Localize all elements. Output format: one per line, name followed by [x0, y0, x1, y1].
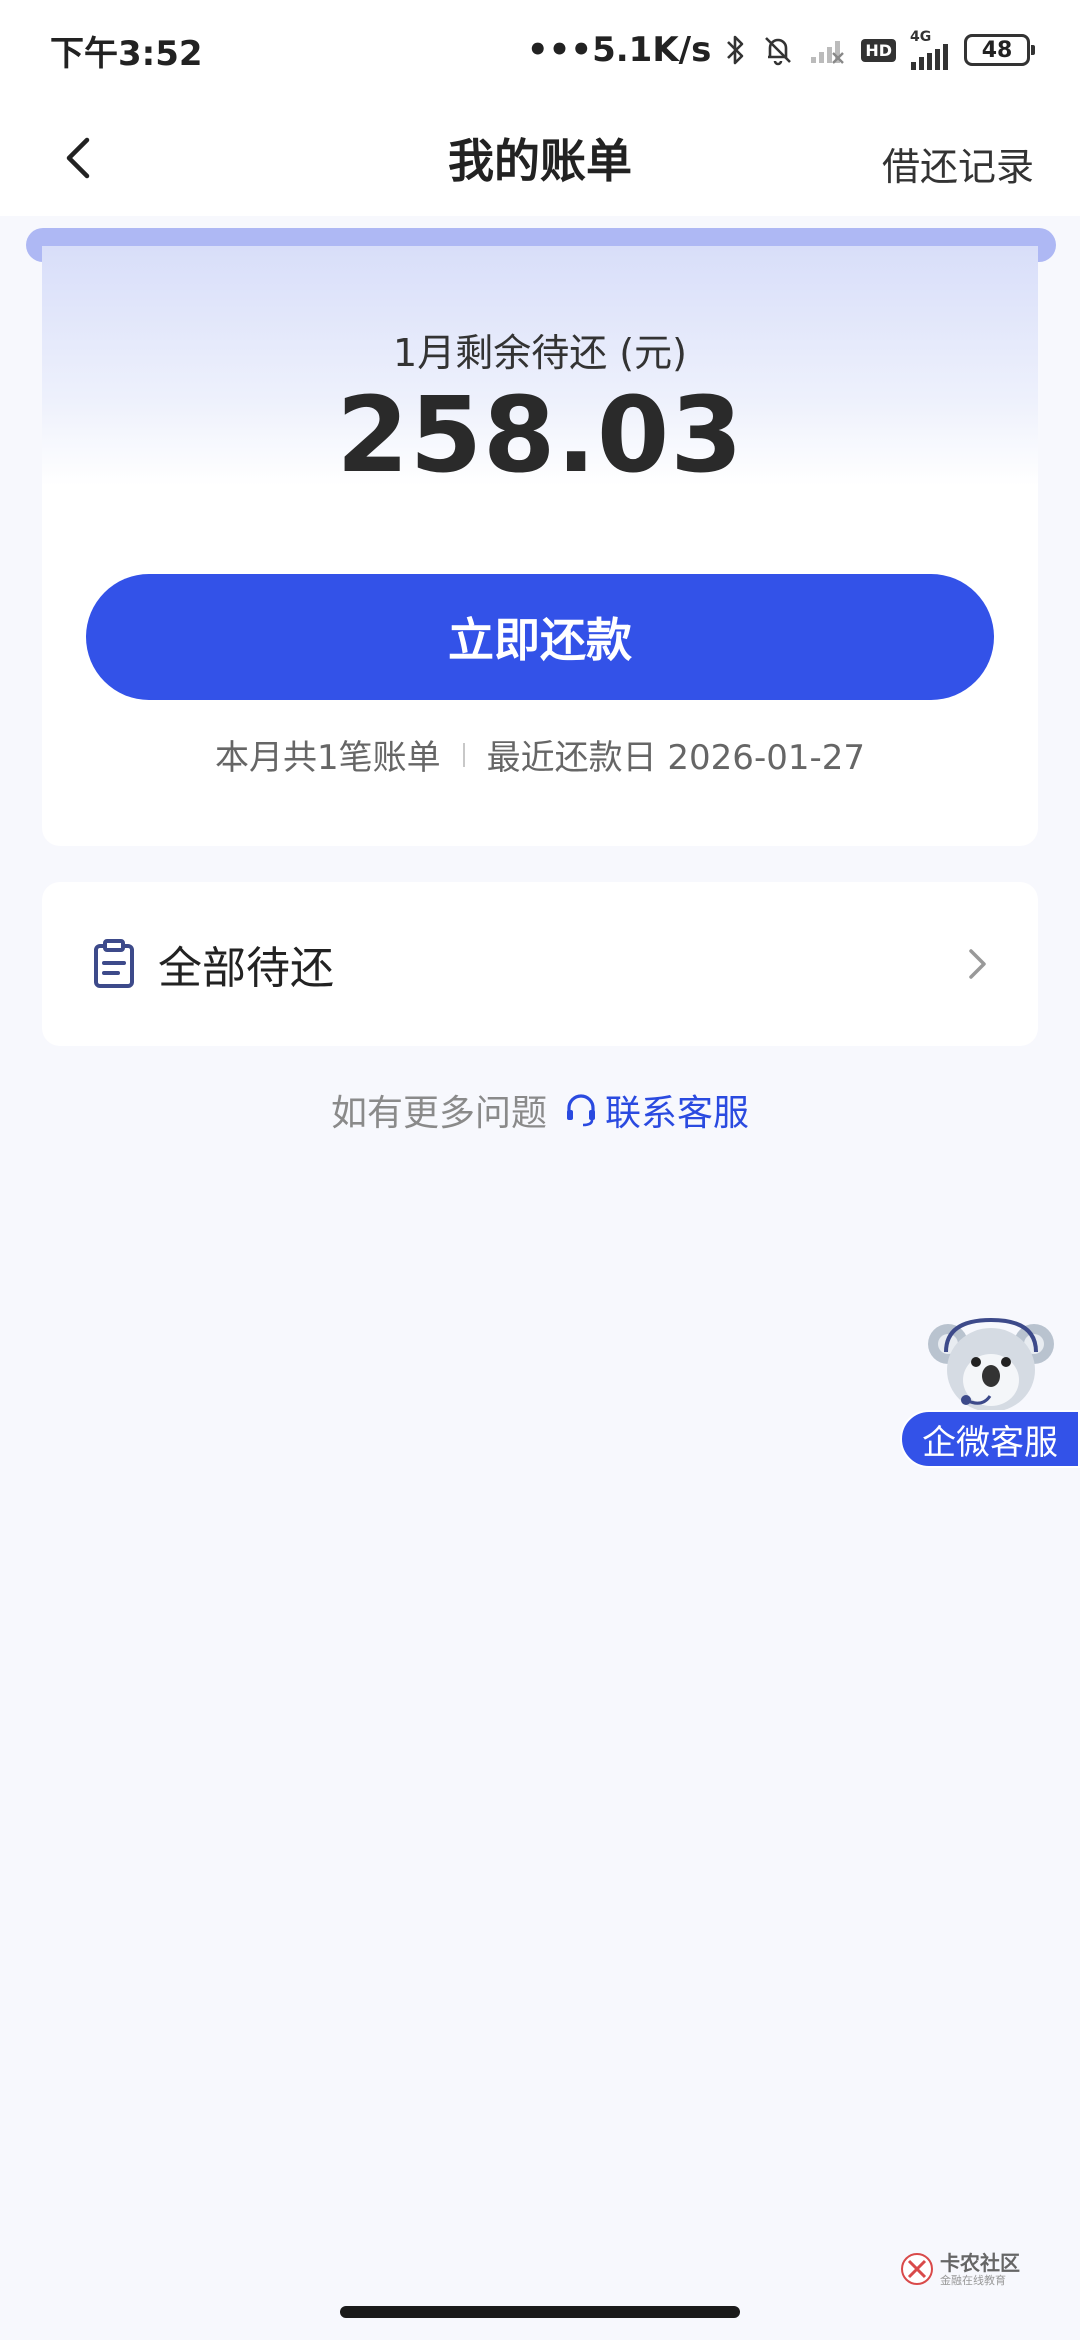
borrow-repay-history-link[interactable]: 借还记录	[882, 136, 1034, 191]
watermark-logo	[901, 2253, 933, 2285]
watermark-text: 卡农社区 金融在线教育	[940, 2253, 1020, 2286]
all-pending-row[interactable]: 全部待还	[42, 882, 1038, 1046]
koala-mascot-icon	[928, 1317, 1054, 1412]
status-bar: 下午3:52 •••5.1K/s HD 4G 48	[0, 0, 1080, 100]
clipboard-icon	[92, 939, 136, 989]
watermark: 卡农社区 金融在线教育	[900, 2252, 1020, 2286]
contact-service-link[interactable]: 联系客服	[563, 1084, 749, 1136]
help-line: 如有更多问题 联系客服	[0, 1084, 1080, 1136]
wecom-service-float[interactable]: 企微客服	[900, 1312, 1080, 1472]
page-title: 我的账单	[448, 134, 632, 188]
cell-signal-icon: 4G	[910, 30, 950, 70]
headset-icon	[567, 1094, 595, 1127]
repay-now-button[interactable]: 立即还款	[86, 574, 994, 700]
status-time: 下午3:52	[50, 33, 203, 74]
due-date-text: 最近还款日 2026-01-27	[486, 738, 866, 778]
remaining-label: 1月剩余待还 (元)	[393, 331, 687, 375]
signal-label: 4G	[910, 29, 932, 45]
remaining-amount: 258.03	[336, 374, 744, 496]
network-speed: •••5.1K/s	[526, 30, 712, 70]
wifi-off-icon	[809, 35, 847, 65]
watermark-subtitle: 金融在线教育	[940, 2273, 1006, 2287]
bill-summary-card: 1月剩余待还 (元) 258.03 立即还款 本月共1笔账单 最近还款日 202…	[42, 246, 1038, 846]
hd-icon: HD	[861, 38, 896, 62]
bill-meta: 本月共1笔账单 最近还款日 2026-01-27	[42, 730, 1038, 779]
contact-service-label: 联系客服	[605, 1093, 750, 1134]
help-prefix: 如有更多问题	[330, 1093, 547, 1134]
chevron-right-icon	[962, 944, 992, 984]
all-pending-label: 全部待还	[158, 943, 334, 994]
meta-divider	[462, 742, 465, 767]
mute-bell-icon	[761, 33, 795, 67]
wecom-service-label: 企微客服	[900, 1410, 1080, 1468]
bill-count-text: 本月共1笔账单	[214, 738, 441, 778]
nav-bar: 我的账单 借还记录	[0, 100, 1080, 216]
home-indicator[interactable]	[340, 2306, 740, 2318]
watermark-title: 卡农社区	[940, 2250, 1020, 2275]
status-icons: •••5.1K/s HD 4G 48	[526, 30, 1035, 70]
chevron-left-icon	[66, 137, 90, 179]
back-button[interactable]	[50, 130, 106, 186]
battery-icon: 48	[964, 34, 1035, 66]
bluetooth-icon	[725, 33, 747, 67]
